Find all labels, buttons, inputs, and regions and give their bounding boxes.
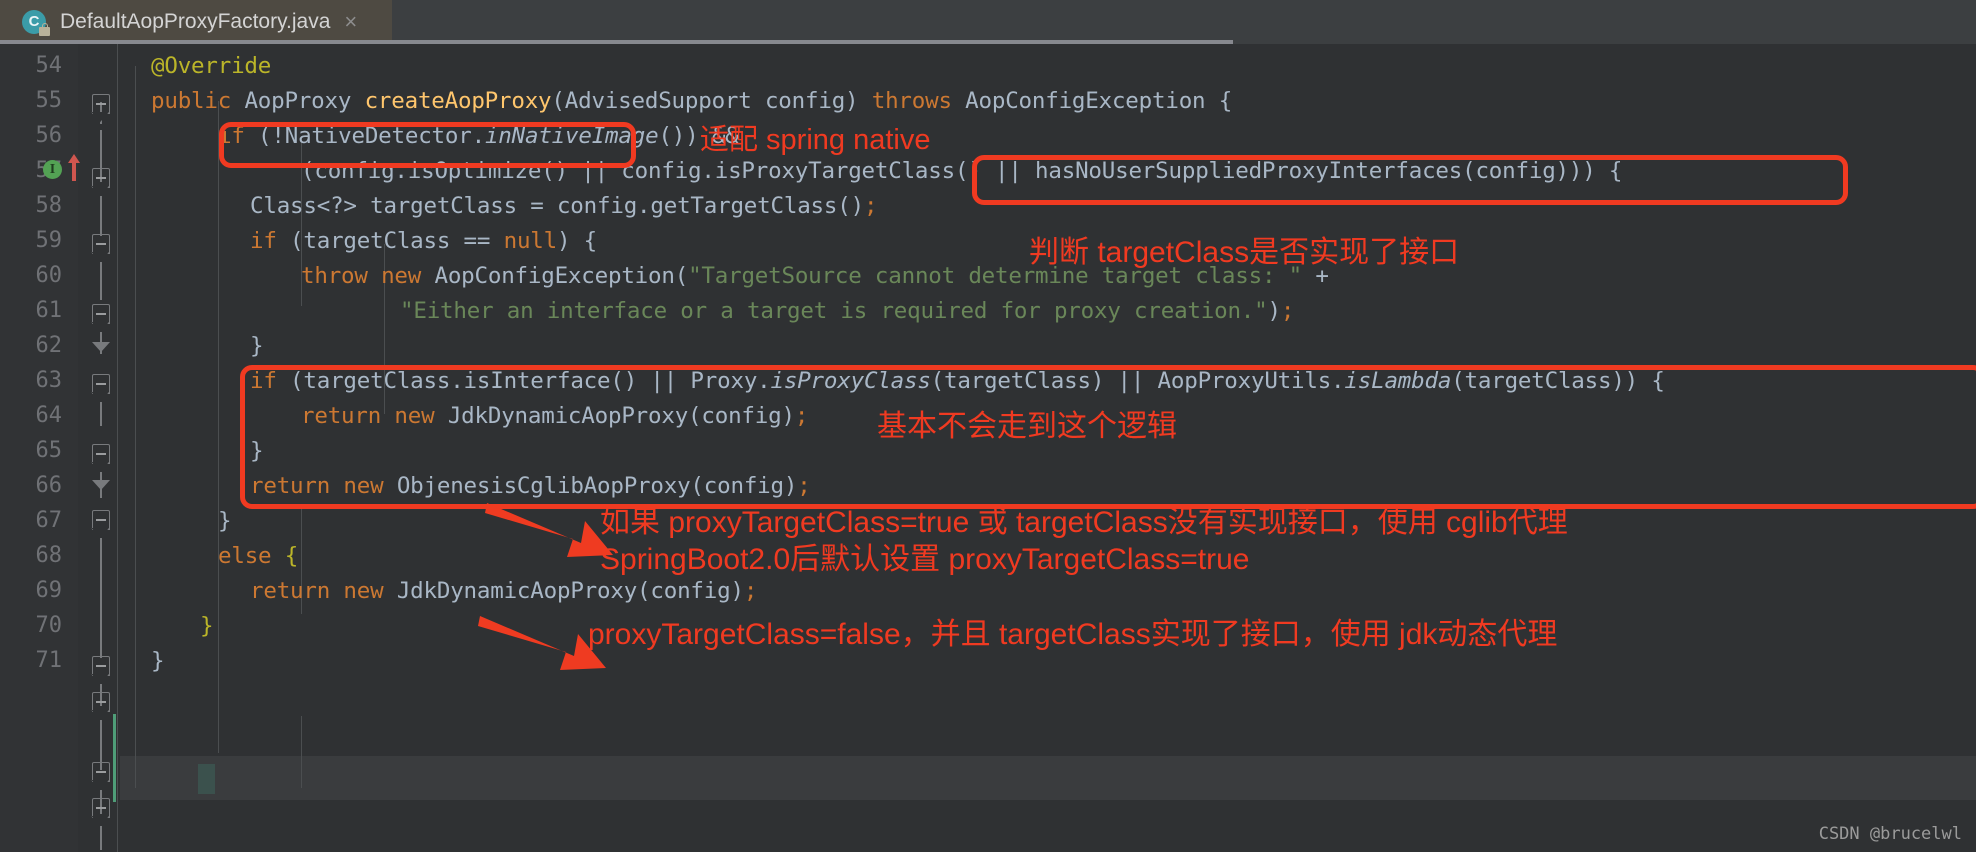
annotation-note-cglib-line2: SpringBoot2.0后默认设置 proxyTargetClass=true	[600, 543, 1250, 576]
fold-marker-collapse[interactable]	[92, 234, 110, 254]
overriding-method-arrow-icon[interactable]	[66, 152, 82, 182]
indent-guide	[301, 716, 302, 788]
fold-marker-collapse[interactable]	[92, 374, 110, 394]
fold-end-marker[interactable]	[92, 480, 110, 490]
fold-marker-collapse[interactable]	[92, 762, 110, 782]
fold-marker-collapse[interactable]	[92, 798, 110, 818]
annotation-arrow-jdk-icon	[478, 616, 606, 670]
annotation-note-cglib-line1: 如果 proxyTargetClass=true 或 targetClass没有…	[600, 506, 1568, 539]
fold-marker-collapse[interactable]	[92, 656, 110, 676]
code-token-annotation: @Override	[151, 53, 272, 79]
fold-marker-collapse[interactable]	[92, 168, 110, 188]
annotation-note-rarely-reached: 基本不会走到这个逻辑	[877, 410, 1177, 443]
fold-marker-collapse[interactable]	[92, 692, 110, 712]
lock-badge-icon	[39, 23, 50, 36]
fold-line	[100, 262, 102, 300]
annotation-box-has-no-user-supplied	[972, 155, 1848, 205]
editor-tab-DefaultAopProxyFactory[interactable]: C DefaultAopProxyFactory.java ×	[0, 0, 392, 44]
fold-marker-collapse[interactable]	[92, 510, 110, 530]
line-number: 71	[35, 648, 63, 673]
implements-marker-icon[interactable]: I	[43, 160, 62, 179]
fold-line	[100, 402, 102, 426]
code-line-71[interactable]: }	[120, 639, 165, 684]
fold-marker-collapse[interactable]	[92, 94, 110, 114]
code-line-61[interactable]: "Either an interface or a target is requ…	[120, 289, 1294, 334]
annotation-box-native-detector	[219, 122, 636, 168]
annotation-note-spring-native: 适配 spring native	[700, 124, 931, 156]
fold-end-marker[interactable]	[92, 342, 110, 352]
gutter-divider	[117, 44, 118, 852]
fold-marker-collapse[interactable]	[92, 304, 110, 324]
ide-window: C DefaultAopProxyFactory.java × 54 55 56…	[0, 0, 1976, 852]
annotation-note-jdk-proxy: proxyTargetClass=false，并且 targetClass实现了…	[588, 618, 1558, 651]
annotation-note-target-class-interface: 判断 targetClass是否实现了接口	[1029, 236, 1460, 269]
editor-tab-bar: C DefaultAopProxyFactory.java ×	[0, 0, 1976, 44]
fold-line	[100, 826, 102, 850]
java-class-icon: C	[22, 9, 50, 36]
editor-tab-label: DefaultAopProxyFactory.java	[60, 10, 331, 33]
annotation-arrow-cglib-icon	[485, 503, 613, 557]
fold-marker-collapse[interactable]	[92, 444, 110, 464]
close-icon[interactable]: ×	[344, 11, 357, 33]
fold-line	[100, 538, 102, 658]
watermark: CSDN @brucelwl	[1818, 824, 1962, 844]
vcs-change-marker[interactable]	[113, 714, 116, 802]
code-editor[interactable]: 54 55 56 57 58 59 60 61 62 63 64 65 66 6…	[0, 44, 1976, 852]
matching-brace-highlight	[198, 764, 215, 794]
fold-line	[100, 196, 102, 236]
